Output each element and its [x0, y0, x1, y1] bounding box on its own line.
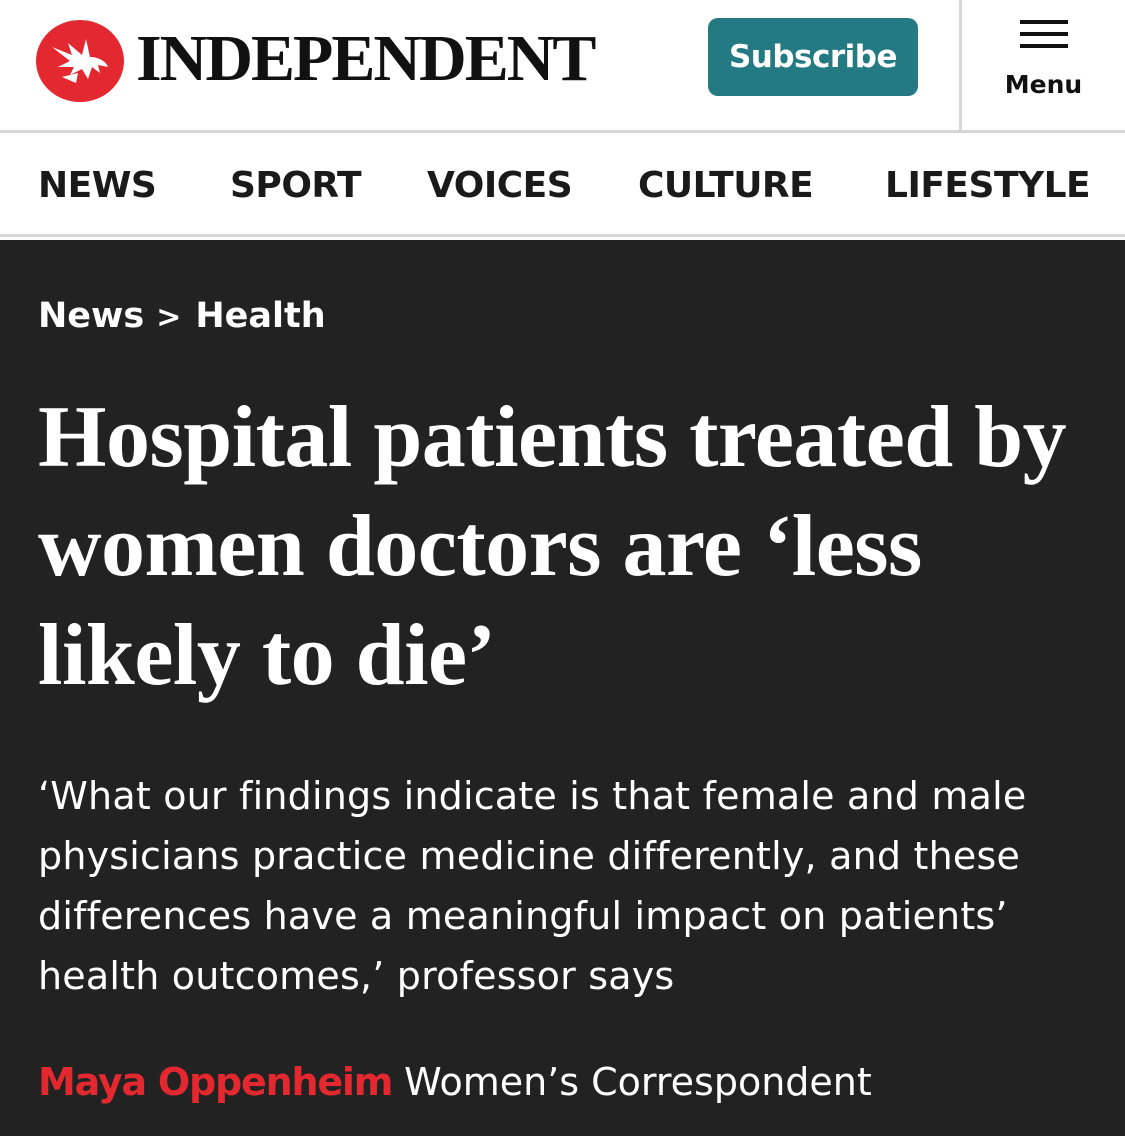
hamburger-menu-icon — [1020, 20, 1068, 48]
menu-label: Menu — [1004, 70, 1083, 99]
breadcrumb-separator: > — [156, 300, 182, 335]
breadcrumb: News > Health — [38, 294, 326, 340]
author-role: Women’s Correspondent — [404, 1060, 872, 1104]
section-nav: NEWS SPORT VOICES CULTURE LIFESTYLE — [0, 136, 1125, 237]
breadcrumb-health[interactable]: Health — [195, 296, 325, 336]
breadcrumb-news[interactable]: News — [38, 296, 144, 336]
nav-item-sport[interactable]: SPORT — [230, 164, 362, 208]
masthead: INDEPENDENT Subscribe Menu — [0, 0, 1125, 133]
byline: Maya Oppenheim Women’s Correspondent — [38, 1056, 872, 1108]
menu-button[interactable]: Menu — [962, 0, 1125, 130]
nav-item-lifestyle[interactable]: LIFESTYLE — [885, 164, 1091, 208]
author-link[interactable]: Maya Oppenheim — [38, 1060, 393, 1104]
site-logo[interactable]: INDEPENDENT — [136, 24, 596, 94]
article-standfirst: ‘What our findings indicate is that fema… — [38, 774, 1027, 998]
article-headline: Hospital patients treated by women docto… — [38, 389, 1067, 704]
nav-item-voices[interactable]: VOICES — [427, 164, 573, 208]
subscribe-button[interactable]: Subscribe — [708, 18, 918, 96]
nav-item-culture[interactable]: CULTURE — [638, 164, 814, 208]
nav-item-news[interactable]: NEWS — [38, 164, 157, 208]
eagle-icon[interactable] — [36, 20, 124, 102]
article-header: News > Health Hospital patients treated by… — [0, 240, 1125, 1136]
